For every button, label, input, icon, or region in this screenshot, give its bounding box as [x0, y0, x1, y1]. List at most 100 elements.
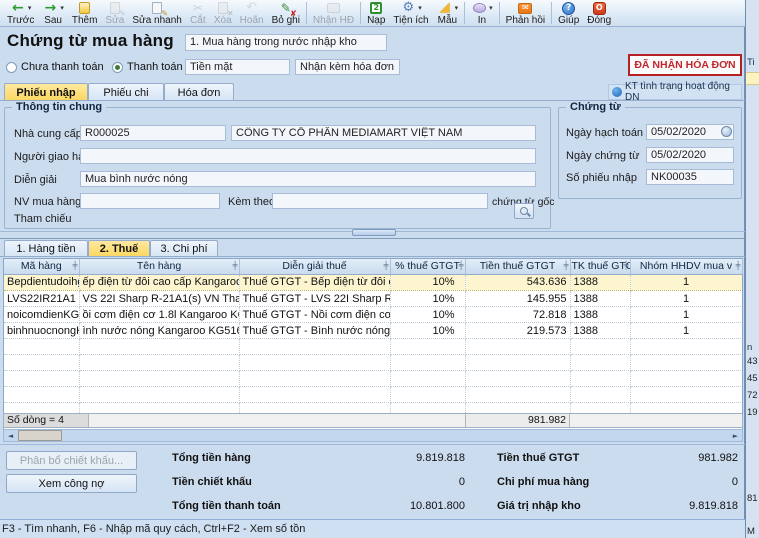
tax-table: Mã hàng╪ Tên hàng╪ Diễn giải thuế╪ % thu… — [3, 258, 743, 430]
bg-fragment: M — [747, 526, 755, 537]
doc-date-field[interactable] — [646, 147, 734, 163]
groupbox-legend: Chứng từ — [566, 101, 625, 113]
screen: ←▾ Trước →▾ Sau Thêm ✎ Sửa ✎ Sửa nhanh ✂ — [0, 0, 759, 538]
toolbar-separator — [464, 2, 465, 24]
view-debt-button[interactable]: Xem công nợ — [6, 474, 137, 493]
globe-check-icon — [612, 87, 622, 97]
bg-fragment: n — [747, 342, 752, 353]
radio-selected-icon — [112, 62, 123, 73]
background-window-sliver: Ti n 43 45 72 19 81 M — [745, 0, 759, 538]
receipt-no-field[interactable] — [646, 169, 734, 185]
toolbar-button-undo: ↶ Hoãn — [236, 1, 268, 26]
buyer-field[interactable] — [80, 193, 220, 209]
column-header-ten-hang[interactable]: Tên hàng╪ — [79, 259, 239, 274]
gear-icon: ⚙ — [400, 1, 416, 15]
toolbar-button-next[interactable]: →▾ Sau — [38, 1, 68, 26]
table-row[interactable]: binhnuocnongKG ình nước nóng Kangaroo KG… — [4, 323, 742, 339]
description-field[interactable] — [80, 171, 536, 187]
scroll-right-icon[interactable]: ► — [729, 430, 742, 441]
pin-icon[interactable]: ╪ — [736, 261, 741, 270]
toolbar-button-close[interactable]: O Đóng — [583, 1, 615, 26]
scrollbar-thumb[interactable] — [18, 430, 62, 441]
scroll-left-icon[interactable]: ◄ — [4, 430, 17, 441]
column-header-pct-thue[interactable]: % thuế GTGT╪ — [390, 259, 465, 274]
reference-label: Tham chiếu — [14, 213, 71, 225]
radio-not-paid[interactable]: Chưa thanh toán — [6, 61, 104, 73]
tab-thue[interactable]: 2. Thuế — [88, 240, 150, 257]
toolbar-button-delete: ✕ Xóa — [210, 1, 236, 26]
attach-field[interactable] — [272, 193, 488, 209]
page-title: Chứng từ mua hàng — [7, 31, 174, 51]
supplier-name-field[interactable] — [231, 125, 536, 141]
payment-method-field[interactable] — [185, 59, 290, 75]
radio-circle-icon — [6, 62, 17, 73]
buyer-label: NV mua hàng — [14, 196, 81, 208]
table-row[interactable]: LVS22IR21A1 VS 22I Sharp R-21A1(s) VN Th… — [4, 291, 742, 307]
toolbar-button-print[interactable]: ▾ In — [467, 1, 497, 26]
status-text: F3 - Tìm nhanh, F6 - Nhập mã quy cách, C… — [2, 523, 305, 535]
tab-hoa-don[interactable]: Hóa đơn — [164, 83, 234, 101]
column-header-nhom-hhdv[interactable]: Nhóm HHDV mua v╪ — [630, 259, 742, 274]
summary-value: 0 — [340, 476, 465, 488]
purchase-voucher-window: ←▾ Trước →▾ Sau Thêm ✎ Sửa ✎ Sửa nhanh ✂ — [0, 0, 745, 538]
tab-phieu-chi[interactable]: Phiếu chi — [88, 83, 164, 101]
bg-fragment: Ti — [747, 57, 755, 68]
chevron-down-icon[interactable]: ▾ — [418, 4, 422, 12]
template-triangle-icon: ◢ — [437, 1, 453, 15]
toolbar-button-utilities[interactable]: ⚙▾ Tiện ích — [389, 1, 432, 26]
feedback-envelope-icon: ✉ — [517, 1, 533, 15]
pin-icon[interactable]: ╪ — [73, 261, 78, 270]
reference-attach-button[interactable] — [514, 203, 534, 219]
row-count: Số dòng = 4 — [4, 414, 89, 427]
pin-icon[interactable]: ╪ — [564, 261, 569, 270]
received-invoice-button[interactable]: ĐÃ NHẬN HÓA ĐƠN — [628, 54, 742, 76]
allocate-discount-button: Phân bổ chiết khấu... — [6, 451, 137, 470]
column-header-tk-thue[interactable]: TK thuế GTGT╪ — [570, 259, 630, 274]
chevron-down-icon[interactable]: ▾ — [489, 4, 493, 12]
tab-chi-phi[interactable]: 3. Chi phí — [150, 240, 218, 257]
table-row[interactable]: noicomdienKG15 ồi cơm điện cơ 1.8l Kanga… — [4, 307, 742, 323]
chevron-down-icon[interactable]: ▾ — [28, 4, 32, 12]
close-icon: O — [591, 1, 607, 15]
supplier-label: Nhà cung cấp — [14, 128, 82, 140]
summary-value: 9.819.818 — [600, 500, 738, 512]
bg-highlight-cell — [746, 72, 759, 85]
summary-label: Tiền chiết khấu — [172, 476, 252, 488]
kt-status-link[interactable]: KT tình trạng hoạt động DN — [608, 84, 742, 100]
invoice-status-field[interactable] — [295, 59, 400, 75]
toolbar-button-add[interactable]: Thêm — [68, 1, 102, 26]
clock-icon[interactable] — [721, 126, 732, 137]
toolbar-button-feedback[interactable]: ✉ Phản hồi — [502, 1, 549, 26]
doc-type-combobox[interactable]: 1. Mua hàng trong nước nhập kho — [185, 34, 387, 51]
toolbar-button-previous[interactable]: ←▾ Trước — [3, 1, 38, 26]
splitter-grip[interactable] — [352, 229, 396, 236]
table-row[interactable]: Bepdientudoihg4 ếp điện từ đôi cao cấp K… — [4, 275, 742, 291]
toolbar-button-reload[interactable]: 2 Nạp — [363, 1, 389, 26]
column-header-dien-giai-thue[interactable]: Diễn giải thuế╪ — [239, 259, 390, 274]
toolbar-button-unpost[interactable]: ✎✘ Bỏ ghi — [268, 1, 304, 26]
toolbar-button-quick-edit[interactable]: ✎ Sửa nhanh — [128, 1, 186, 26]
column-header-tien-thue[interactable]: Tiền thuế GTGT╪ — [465, 259, 570, 274]
toolbar-button-help[interactable]: ? Giúp — [554, 1, 583, 26]
supplier-code-field[interactable] — [80, 125, 226, 141]
toolbar: ←▾ Trước →▾ Sau Thêm ✎ Sửa ✎ Sửa nhanh ✂ — [0, 0, 745, 27]
toolbar-button-template[interactable]: ◢▾ Mẫu — [433, 1, 463, 26]
magnifier-icon — [520, 207, 528, 215]
deliverer-field[interactable] — [80, 148, 536, 164]
horizontal-scrollbar[interactable]: ◄ ► — [3, 429, 743, 442]
table-body: Bepdientudoihg4 ếp điện từ đôi cao cấp K… — [4, 275, 742, 429]
chevron-down-icon[interactable]: ▾ — [60, 4, 64, 12]
pin-icon[interactable]: ╪ — [233, 261, 238, 270]
chevron-down-icon[interactable]: ▾ — [455, 4, 459, 12]
tab-hang-tien[interactable]: 1. Hàng tiền — [4, 240, 88, 257]
summary-label: Tổng tiền thanh toán — [172, 500, 281, 512]
pin-icon[interactable]: ╪ — [459, 261, 464, 270]
edit-document-icon: ✎ — [107, 1, 123, 15]
pin-icon[interactable]: ╪ — [384, 261, 389, 270]
column-header-ma-hang[interactable]: Mã hàng╪ — [4, 259, 79, 274]
pin-icon[interactable]: ╪ — [624, 261, 629, 270]
tab-phieu-nhap[interactable]: Phiếu nhập — [4, 83, 88, 101]
description-label: Diễn giải — [14, 174, 57, 186]
table-footer: Số dòng = 4 981.982 — [3, 413, 743, 428]
toolbar-button-receive-invoice: Nhận HĐ — [309, 1, 358, 26]
